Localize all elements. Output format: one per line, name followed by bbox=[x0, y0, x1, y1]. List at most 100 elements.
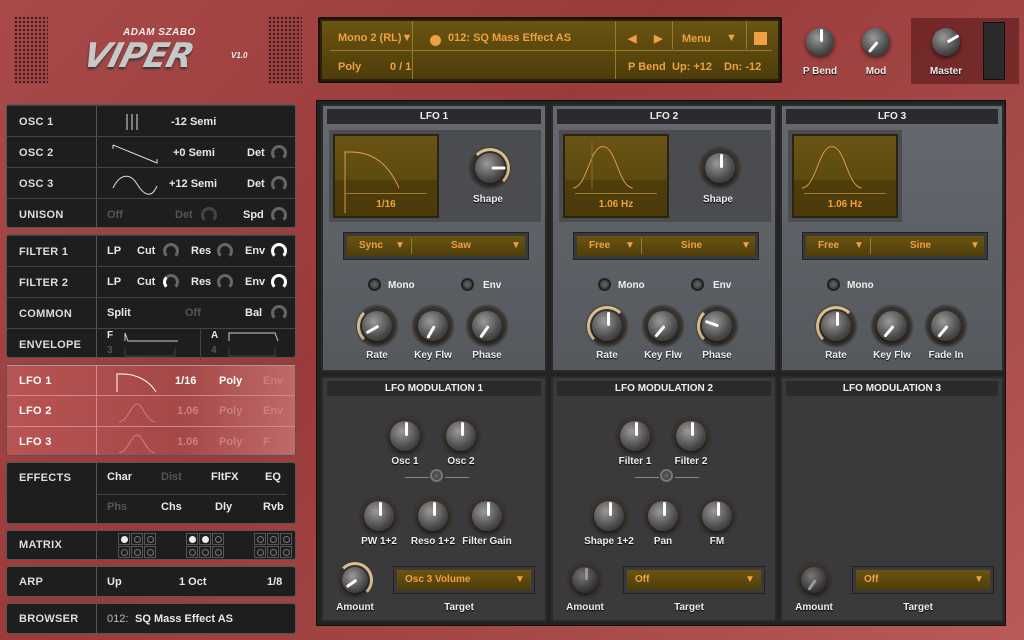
matrix-slot[interactable] bbox=[267, 546, 279, 558]
preset-name[interactable]: 012: SQ Mass Effect AS bbox=[448, 32, 571, 44]
filter1-row[interactable]: FILTER 1 LP Cut Res Env bbox=[7, 235, 295, 266]
mod1-link-toggle[interactable] bbox=[430, 469, 443, 482]
filter2-cutoff-knob[interactable] bbox=[163, 274, 179, 290]
lfo1-phase-knob[interactable] bbox=[472, 311, 502, 341]
fx-char-button[interactable]: Char bbox=[107, 471, 132, 483]
lfo1-waveform[interactable]: Saw bbox=[451, 240, 471, 251]
osc1-semi[interactable]: -12 Semi bbox=[171, 116, 216, 128]
osc3-row[interactable]: OSC 3 +12 Semi Det bbox=[7, 167, 295, 198]
matrix-slot[interactable] bbox=[199, 546, 211, 558]
mod2-pan-knob[interactable] bbox=[648, 501, 678, 531]
fx-dly-button[interactable]: Dly bbox=[215, 501, 232, 513]
lfo1-key-flw-knob[interactable] bbox=[418, 311, 448, 341]
matrix-slot[interactable] bbox=[186, 533, 198, 545]
filter2-res-knob[interactable] bbox=[217, 274, 233, 290]
osc1-row[interactable]: OSC 1 -12 Semi bbox=[7, 105, 295, 136]
balance-knob[interactable] bbox=[271, 305, 287, 321]
pbend-down[interactable]: Dn: -12 bbox=[724, 61, 761, 73]
unison-state[interactable]: Off bbox=[107, 209, 123, 221]
matrix-slot[interactable] bbox=[212, 546, 224, 558]
lfo3-key-flw-knob[interactable] bbox=[877, 311, 907, 341]
lfo3-waveform[interactable]: Sine bbox=[910, 240, 931, 251]
matrix-slot[interactable] bbox=[131, 533, 143, 545]
mod2-filter-2-knob[interactable] bbox=[676, 421, 706, 451]
mod2-fm-knob[interactable] bbox=[702, 501, 732, 531]
matrix-slot[interactable] bbox=[131, 546, 143, 558]
voice-mode-dropdown[interactable]: Mono 2 (RL)▼ bbox=[338, 32, 412, 44]
fx-rvb-button[interactable]: Rvb bbox=[263, 501, 284, 513]
browser-preset-name[interactable]: SQ Mass Effect AS bbox=[135, 613, 233, 625]
mod2-link-toggle[interactable] bbox=[660, 469, 673, 482]
filter1-cutoff-knob[interactable] bbox=[163, 243, 179, 259]
lfo2-sync-mode[interactable]: Free bbox=[589, 240, 610, 251]
filter2-row[interactable]: FILTER 2 LP Cut Res Env bbox=[7, 266, 295, 297]
fx-chs-button[interactable]: Chs bbox=[161, 501, 182, 513]
matrix-slot[interactable] bbox=[254, 546, 266, 558]
lfo3-fade[interactable]: F bbox=[263, 436, 270, 448]
mod1-amount-knob[interactable] bbox=[342, 567, 368, 593]
lfo2-rate[interactable]: 1.06 bbox=[177, 405, 198, 417]
envelope-row[interactable]: ENVELOPE F 3 A 4 bbox=[7, 328, 295, 360]
lfo2-shape-knob[interactable] bbox=[705, 153, 735, 183]
lfo3-sync-mode[interactable]: Free bbox=[818, 240, 839, 251]
osc3-semi[interactable]: +12 Semi bbox=[169, 178, 217, 190]
lfo3-rate-knob[interactable] bbox=[821, 311, 851, 341]
mod1-osc-1-knob[interactable] bbox=[390, 421, 420, 451]
filter1-res-knob[interactable] bbox=[217, 243, 233, 259]
unison-speed-knob[interactable] bbox=[271, 207, 287, 223]
osc2-detune-knob[interactable] bbox=[271, 145, 287, 161]
stop-button[interactable] bbox=[754, 32, 767, 45]
lfo2-waveform[interactable]: Sine bbox=[681, 240, 702, 251]
lfo2-env-toggle[interactable] bbox=[691, 278, 704, 291]
lfo1-rate[interactable]: 1/16 bbox=[175, 375, 196, 387]
mod-knob[interactable] bbox=[862, 28, 890, 56]
mod2-shape-1-2-knob[interactable] bbox=[594, 501, 624, 531]
lfo2-mono-toggle[interactable] bbox=[598, 278, 611, 291]
menu-arrow-icon[interactable]: ▼ bbox=[726, 32, 737, 44]
osc2-semi[interactable]: +0 Semi bbox=[173, 147, 215, 159]
split-state[interactable]: Off bbox=[185, 307, 201, 319]
mod2-amount-knob[interactable] bbox=[572, 567, 598, 593]
lfo1-sync-mode[interactable]: Sync bbox=[359, 240, 383, 251]
fx-fltfx-button[interactable]: FltFX bbox=[211, 471, 239, 483]
filter2-env-knob[interactable] bbox=[271, 274, 287, 290]
matrix-slot[interactable] bbox=[254, 533, 266, 545]
prev-preset-button[interactable]: ◀ bbox=[628, 32, 636, 45]
next-preset-button[interactable]: ▶ bbox=[654, 32, 662, 45]
lfo1-rate-knob[interactable] bbox=[362, 311, 392, 341]
pbend-up[interactable]: Up: +12 bbox=[672, 61, 712, 73]
mod1-osc-2-knob[interactable] bbox=[446, 421, 476, 451]
dropdown-arrow-icon[interactable]: ▼ bbox=[854, 240, 864, 251]
lfo3-mode-dropdown[interactable]: Free ▼ Sine ▼ bbox=[802, 232, 988, 260]
matrix-slot[interactable] bbox=[267, 533, 279, 545]
lfo2-phase-knob[interactable] bbox=[702, 311, 732, 341]
lfo3-rate[interactable]: 1.06 bbox=[177, 436, 198, 448]
mod1-pw-1-2-knob[interactable] bbox=[364, 501, 394, 531]
filter1-env-knob[interactable] bbox=[271, 243, 287, 259]
arp-rate[interactable]: 1/8 bbox=[267, 576, 282, 588]
lfo3-fade-in-knob[interactable] bbox=[931, 311, 961, 341]
lfo2-mode-dropdown[interactable]: Free ▼ Sine ▼ bbox=[573, 232, 759, 260]
lfo1-row[interactable]: LFO 1 1/16 Poly Env bbox=[7, 365, 295, 395]
fx-dist-button[interactable]: Dist bbox=[161, 471, 182, 483]
osc2-row[interactable]: OSC 2 +0 Semi Det bbox=[7, 136, 295, 167]
arp-range[interactable]: 1 Oct bbox=[179, 576, 207, 588]
matrix-slot[interactable] bbox=[280, 533, 292, 545]
arp-mode[interactable]: Up bbox=[107, 576, 122, 588]
mod1-filter-gain-knob[interactable] bbox=[472, 501, 502, 531]
matrix-slot[interactable] bbox=[186, 546, 198, 558]
lfo3-poly[interactable]: Poly bbox=[219, 436, 242, 448]
lfo1-mode-dropdown[interactable]: Sync ▼ Saw ▼ bbox=[343, 232, 529, 260]
unison-row[interactable]: UNISON Off Det Spd bbox=[7, 198, 295, 229]
lfo1-env-toggle[interactable] bbox=[461, 278, 474, 291]
dropdown-arrow-icon[interactable]: ▼ bbox=[741, 240, 751, 251]
mod1-target-dropdown[interactable]: Osc 3 Volume ▼ bbox=[393, 566, 535, 594]
mod3-target-dropdown[interactable]: Off ▼ bbox=[852, 566, 994, 594]
lfo2-env[interactable]: Env bbox=[263, 405, 283, 417]
lfo2-poly[interactable]: Poly bbox=[219, 405, 242, 417]
lfo2-row[interactable]: LFO 2 1.06 Poly Env bbox=[7, 395, 295, 426]
lfo1-poly[interactable]: Poly bbox=[219, 375, 242, 387]
matrix-slot[interactable] bbox=[118, 533, 130, 545]
matrix-slot[interactable] bbox=[212, 533, 224, 545]
fx-phs-button[interactable]: Phs bbox=[107, 501, 127, 513]
